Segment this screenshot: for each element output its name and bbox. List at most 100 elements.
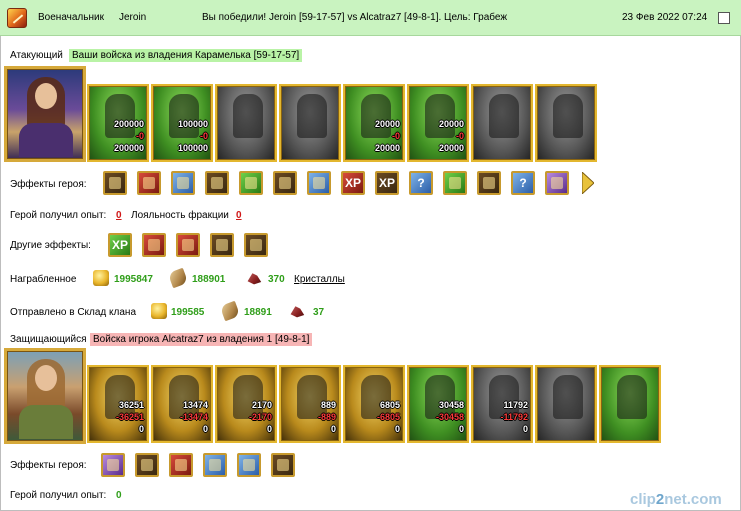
attacker-exp-label: Герой получил опыт: (10, 210, 107, 221)
unit-losses: -11792 (500, 412, 528, 422)
effect-glyph: XP (344, 176, 361, 190)
unit-card[interactable] (279, 84, 341, 162)
sword-hand-icon (216, 239, 228, 251)
ring-icon (551, 177, 563, 189)
unit-losses: -2170 (248, 412, 272, 422)
defender-label: Защищающийся (10, 334, 87, 345)
unit-count: 889 (320, 400, 336, 410)
fist-icon[interactable] (176, 233, 200, 257)
next-arrow-icon[interactable] (582, 172, 594, 194)
scroll-icon[interactable] (135, 453, 159, 477)
unit-card[interactable]: 889 -889 0 (279, 365, 341, 443)
treasure-chest-icon (109, 177, 121, 189)
unit-losses: -36251 (115, 412, 144, 422)
unit-losses: -889 (317, 412, 336, 422)
xp-icon[interactable]: XP (108, 233, 132, 257)
xp-scroll-icon[interactable]: XP (375, 171, 399, 195)
attacker-exp-value[interactable]: 0 (116, 210, 122, 221)
staff-icon (209, 459, 221, 471)
loot-crystals: 370 (268, 274, 285, 285)
unit-card[interactable]: 20000 -0 20000 (407, 84, 469, 162)
defender-desc: Войска игрока Alcatraz7 из владения 1 [4… (90, 333, 313, 346)
other-effects-label: Другие эффекты: (10, 240, 91, 251)
defender-exp-value[interactable]: 0 (116, 490, 122, 501)
battle-axe-icon (7, 8, 27, 28)
shield-icon[interactable] (171, 171, 195, 195)
unit-card[interactable]: 20000 -0 20000 (343, 84, 405, 162)
effect-glyph: XP (111, 238, 128, 252)
loyalty-value[interactable]: 0 (236, 210, 242, 221)
unit-figure-icon (297, 94, 327, 138)
select-checkbox[interactable] (718, 12, 730, 24)
unit-remaining: 100000 (177, 143, 208, 153)
unit-remaining: 0 (522, 424, 528, 434)
unit-card[interactable] (599, 365, 661, 443)
unit-count: 36251 (118, 400, 144, 410)
bag-icon[interactable] (244, 233, 268, 257)
handshake-icon[interactable] (205, 171, 229, 195)
unit-losses: -0 (455, 131, 464, 141)
unit-card[interactable]: 36251 -36251 0 (87, 365, 149, 443)
xp-icon[interactable]: XP (341, 171, 365, 195)
hand-icon[interactable] (273, 171, 297, 195)
unit-card[interactable]: 30458 -30458 0 (407, 365, 469, 443)
unit-card[interactable]: 2170 -2170 0 (215, 365, 277, 443)
unit-remaining: 0 (394, 424, 400, 434)
gem-icon (449, 177, 461, 189)
clan-gold: 199585 (171, 307, 205, 318)
unit-card[interactable] (535, 365, 597, 443)
handshake-icon (211, 177, 223, 189)
unit-card[interactable] (535, 84, 597, 162)
unit-figure-icon (617, 375, 647, 419)
fortress-icon (483, 177, 495, 189)
unit-card[interactable] (471, 84, 533, 162)
attacker-hero-portrait[interactable] (4, 66, 86, 162)
unit-card[interactable]: 11792 -11792 0 (471, 365, 533, 443)
fortress-icon[interactable] (477, 171, 501, 195)
loot-gold: 1995847 (114, 274, 153, 285)
ring-icon[interactable] (545, 171, 569, 195)
unit-figure-icon (105, 94, 135, 138)
unit-count: 13474 (182, 400, 208, 410)
unit-figure-icon (553, 94, 583, 138)
unit-count: 20000 (374, 119, 400, 129)
staff-icon[interactable] (203, 453, 227, 477)
shield-icon[interactable] (169, 453, 193, 477)
header-player[interactable]: Jeroin (119, 12, 146, 23)
bag-icon (250, 239, 262, 251)
unit-count: 200000 (113, 119, 144, 129)
unit-losses: -30458 (435, 412, 464, 422)
effect-glyph: XP (378, 176, 395, 190)
loot-wood: 188901 (192, 274, 226, 285)
unit-card[interactable]: 6805 -6805 0 (343, 365, 405, 443)
crystals-link[interactable]: Кристаллы (294, 274, 345, 285)
gem-icon[interactable] (443, 171, 467, 195)
unit-card[interactable] (215, 84, 277, 162)
crystal-hand-icon[interactable] (307, 171, 331, 195)
defender-hero-portrait[interactable] (4, 348, 86, 444)
loyalty-label: Лояльность фракции (131, 210, 229, 221)
unit-card[interactable]: 100000 -0 100000 (151, 84, 213, 162)
gift-icon[interactable] (101, 453, 125, 477)
sword-hand-icon[interactable] (210, 233, 234, 257)
hand-icon (279, 177, 291, 189)
unit-count: 2170 (251, 400, 272, 410)
question-icon[interactable]: ? (409, 171, 433, 195)
question-icon[interactable]: ? (511, 171, 535, 195)
unit-card[interactable]: 13474 -13474 0 (151, 365, 213, 443)
treasure-chest-icon[interactable] (103, 171, 127, 195)
crossed-swords-icon (243, 459, 255, 471)
dice-icon[interactable] (137, 171, 161, 195)
shield-icon (177, 177, 189, 189)
sword-icon[interactable] (239, 171, 263, 195)
hearts-icon[interactable] (142, 233, 166, 257)
watermark-logo: clip2net.com (630, 491, 722, 508)
unit-figure-icon (169, 94, 199, 138)
effect-glyph: ? (417, 176, 425, 190)
unit-remaining: 0 (138, 424, 144, 434)
hammer-icon[interactable] (271, 453, 295, 477)
unit-figure-icon (489, 94, 519, 138)
crossed-swords-icon[interactable] (237, 453, 261, 477)
gift-icon (107, 459, 119, 471)
unit-card[interactable]: 200000 -0 200000 (87, 84, 149, 162)
